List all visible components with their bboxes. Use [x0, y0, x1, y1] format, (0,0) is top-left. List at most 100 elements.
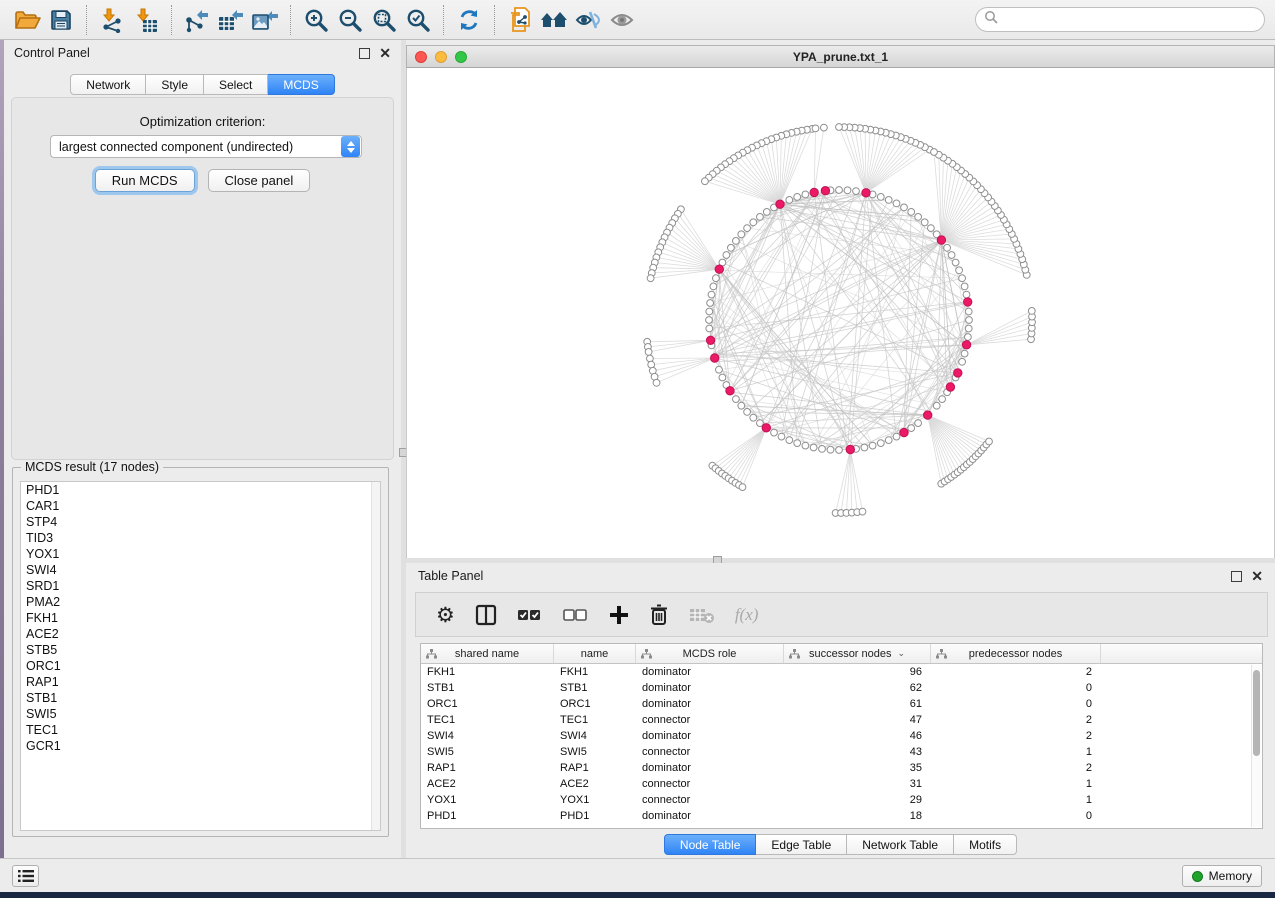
cell-shared-name[interactable]: ORC1 [421, 696, 554, 712]
close-panel-icon[interactable]: ✕ [379, 48, 391, 59]
cell-predecessor-nodes[interactable]: 2 [931, 712, 1101, 728]
run-mcds-button[interactable]: Run MCDS [95, 169, 195, 192]
cell-predecessor-nodes[interactable]: 0 [931, 808, 1101, 824]
tab-style[interactable]: Style [146, 74, 204, 95]
cell-successor-nodes[interactable]: 62 [784, 680, 931, 696]
search-box[interactable] [975, 7, 1265, 32]
cell-successor-nodes[interactable]: 46 [784, 728, 931, 744]
table-row[interactable]: PHD1PHD1dominator180 [421, 808, 1262, 824]
cell-predecessor-nodes[interactable]: 1 [931, 744, 1101, 760]
cell-name[interactable]: ORC1 [554, 696, 636, 712]
tab-edge-table[interactable]: Edge Table [756, 834, 847, 855]
table-row[interactable]: ORC1ORC1dominator610 [421, 696, 1262, 712]
cell-shared-name[interactable]: RAP1 [421, 760, 554, 776]
mcds-result-list[interactable]: PHD1CAR1STP4TID3YOX1SWI4SRD1PMA2FKH1ACE2… [20, 481, 381, 831]
hide-graphics-details-icon[interactable] [571, 4, 605, 36]
attribute-settings-icon[interactable]: ⚙ [436, 600, 455, 630]
network-home-icon[interactable] [537, 4, 571, 36]
cell-name[interactable]: STB1 [554, 680, 636, 696]
cell-name[interactable]: SWI5 [554, 744, 636, 760]
task-history-button[interactable] [12, 865, 39, 887]
cell-successor-nodes[interactable]: 31 [784, 776, 931, 792]
cell-successor-nodes[interactable]: 35 [784, 760, 931, 776]
cell-mcds-role[interactable]: dominator [636, 728, 784, 744]
mcds-result-item[interactable]: GCR1 [21, 738, 380, 754]
table-row[interactable]: ACE2ACE2connector311 [421, 776, 1262, 792]
table-row[interactable]: SWI4SWI4dominator462 [421, 728, 1262, 744]
export-image-icon[interactable] [248, 4, 282, 36]
cell-name[interactable]: YOX1 [554, 792, 636, 808]
cell-mcds-role[interactable]: dominator [636, 680, 784, 696]
float-panel-icon[interactable] [359, 48, 370, 59]
mcds-result-item[interactable]: SWI5 [21, 706, 380, 722]
mcds-result-item[interactable]: TEC1 [21, 722, 380, 738]
cell-shared-name[interactable]: STB1 [421, 680, 554, 696]
cell-predecessor-nodes[interactable]: 0 [931, 696, 1101, 712]
open-session-icon[interactable] [10, 4, 44, 36]
cell-predecessor-nodes[interactable]: 0 [931, 680, 1101, 696]
table-row[interactable]: RAP1RAP1dominator352 [421, 760, 1262, 776]
mcds-result-item[interactable]: TID3 [21, 530, 380, 546]
table-scrollbar[interactable] [1251, 665, 1261, 827]
network-graph[interactable] [407, 68, 1274, 558]
cell-name[interactable]: RAP1 [554, 760, 636, 776]
import-table-icon[interactable] [129, 4, 163, 36]
memory-button[interactable]: Memory [1182, 865, 1262, 887]
cell-mcds-role[interactable]: connector [636, 776, 784, 792]
table-row[interactable]: SWI5SWI5connector431 [421, 744, 1262, 760]
delete-column-icon[interactable] [649, 600, 669, 630]
column-header-successor-nodes[interactable]: successor nodes⌄ [784, 644, 931, 663]
mcds-result-item[interactable]: ORC1 [21, 658, 380, 674]
column-header-MCDS-role[interactable]: MCDS role [636, 644, 784, 663]
save-session-icon[interactable] [44, 4, 78, 36]
network-window-titlebar[interactable]: YPA_prune.txt_1 [406, 45, 1275, 68]
zoom-fit-icon[interactable] [367, 4, 401, 36]
cell-predecessor-nodes[interactable]: 2 [931, 728, 1101, 744]
zoom-out-icon[interactable] [333, 4, 367, 36]
duplicate-network-icon[interactable] [503, 4, 537, 36]
float-table-panel-icon[interactable] [1231, 571, 1242, 582]
column-header-name[interactable]: name [554, 644, 636, 663]
zoom-in-icon[interactable] [299, 4, 333, 36]
cell-shared-name[interactable]: PHD1 [421, 808, 554, 824]
mcds-result-item[interactable]: STP4 [21, 514, 380, 530]
cell-successor-nodes[interactable]: 29 [784, 792, 931, 808]
network-view-canvas[interactable] [406, 68, 1275, 558]
cell-mcds-role[interactable]: connector [636, 792, 784, 808]
mcds-result-item[interactable]: ACE2 [21, 626, 380, 642]
split-panel-icon[interactable] [475, 600, 497, 630]
deselect-all-icon[interactable] [563, 600, 589, 630]
close-table-panel-icon[interactable]: ✕ [1251, 571, 1263, 582]
table-row[interactable]: STB1STB1dominator620 [421, 680, 1262, 696]
delete-table-icon[interactable] [689, 600, 715, 630]
table-scrollbar-thumb[interactable] [1253, 670, 1260, 756]
mcds-result-item[interactable]: PMA2 [21, 594, 380, 610]
mcds-result-item[interactable]: FKH1 [21, 610, 380, 626]
tab-motifs[interactable]: Motifs [954, 834, 1017, 855]
cell-successor-nodes[interactable]: 43 [784, 744, 931, 760]
cell-shared-name[interactable]: SWI5 [421, 744, 554, 760]
cell-shared-name[interactable]: TEC1 [421, 712, 554, 728]
table-row[interactable]: FKH1FKH1dominator962 [421, 664, 1262, 680]
table-row[interactable]: YOX1YOX1connector291 [421, 792, 1262, 808]
cell-shared-name[interactable]: ACE2 [421, 776, 554, 792]
search-input[interactable] [1003, 13, 1256, 27]
cell-predecessor-nodes[interactable]: 1 [931, 776, 1101, 792]
cell-successor-nodes[interactable]: 18 [784, 808, 931, 824]
cell-name[interactable]: TEC1 [554, 712, 636, 728]
cell-predecessor-nodes[interactable]: 2 [931, 664, 1101, 680]
cell-successor-nodes[interactable]: 61 [784, 696, 931, 712]
add-column-icon[interactable] [609, 600, 629, 630]
cell-mcds-role[interactable]: connector [636, 744, 784, 760]
function-builder-icon[interactable]: f(x) [735, 600, 759, 630]
show-graphics-details-icon[interactable] [605, 4, 639, 36]
cell-mcds-role[interactable]: dominator [636, 664, 784, 680]
tab-network[interactable]: Network [70, 74, 146, 95]
cell-shared-name[interactable]: SWI4 [421, 728, 554, 744]
select-all-icon[interactable] [517, 600, 543, 630]
cell-mcds-role[interactable]: connector [636, 712, 784, 728]
mcds-result-item[interactable]: PHD1 [21, 482, 380, 498]
column-header-predecessor-nodes[interactable]: predecessor nodes [931, 644, 1101, 663]
cell-mcds-role[interactable]: dominator [636, 696, 784, 712]
mcds-result-item[interactable]: SRD1 [21, 578, 380, 594]
